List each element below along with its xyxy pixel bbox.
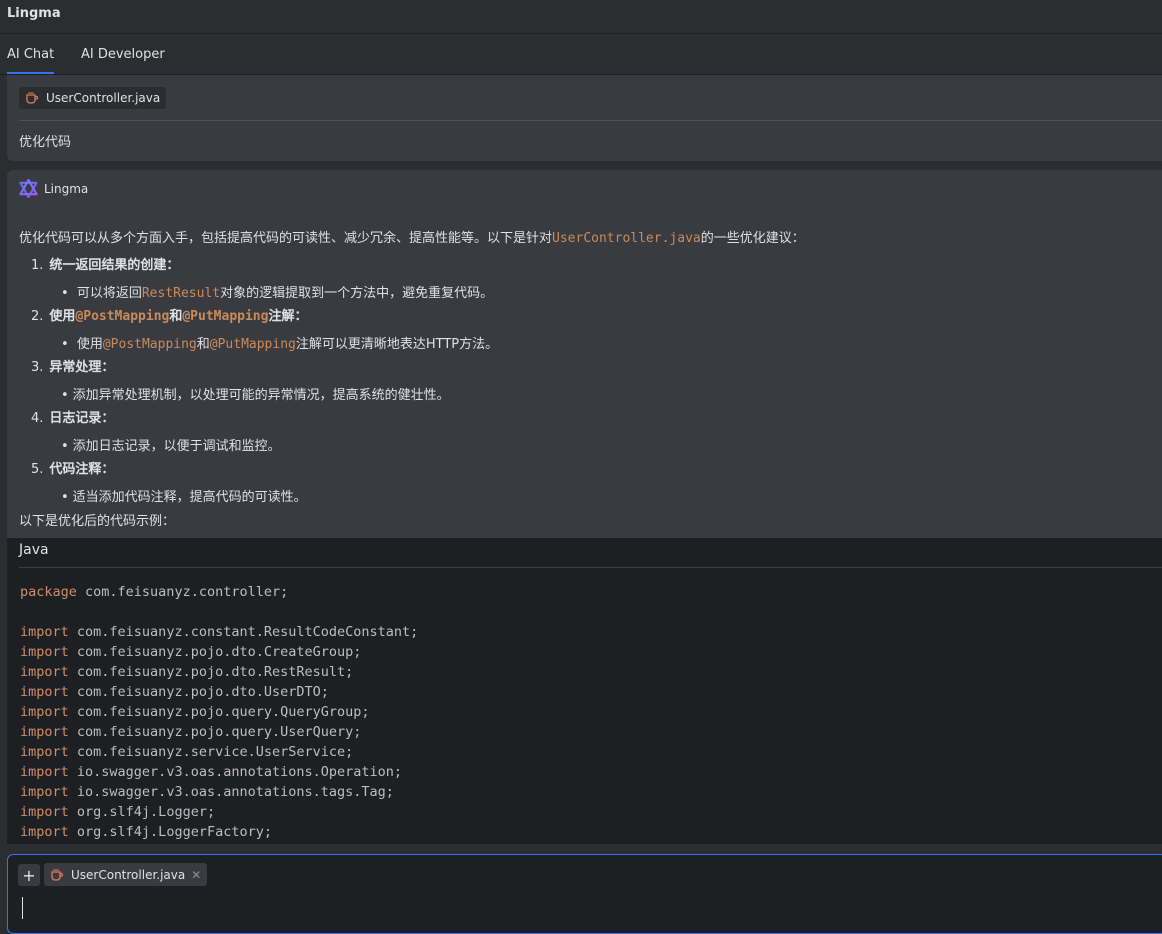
code-line: import com.feisuanyz.pojo.query.QueryGro… xyxy=(20,704,370,720)
tab-bar: AI Chat AI Developer xyxy=(0,34,1162,97)
code-keyword: import xyxy=(20,804,69,820)
list-number: 4. xyxy=(31,411,44,426)
detail-text: 可以将返回 xyxy=(76,286,142,301)
code-text: io.swagger.v3.oas.annotations.tags.Tag; xyxy=(68,784,394,800)
intro-text-suffix: 的一些优化建议： xyxy=(700,231,805,246)
detail-text: 对象的逻辑提取到一个方法中，避免重复代码。 xyxy=(220,286,494,301)
list-item-title: 注解： xyxy=(268,309,308,324)
user-message-card: UserController.java 优化代码 xyxy=(7,75,1162,161)
code-text: com.feisuanyz.service.UserService; xyxy=(68,744,354,760)
code-text: com.feisuanyz.pojo.dto.CreateGroup; xyxy=(68,644,362,660)
list-number: 1. xyxy=(31,258,44,273)
text-cursor xyxy=(22,897,23,919)
code-line: import org.slf4j.Logger; xyxy=(20,804,215,820)
code-line: import com.feisuanyz.pojo.query.UserQuer… xyxy=(20,724,361,740)
code-text: com.feisuanyz.controller; xyxy=(76,584,289,600)
file-chip-label: UserController.java xyxy=(71,867,186,882)
code-keyword: import xyxy=(20,744,69,760)
add-context-button[interactable]: + xyxy=(18,864,40,886)
list-number: 5. xyxy=(31,462,44,477)
intro-text-prefix: 优化代码可以从多个方面入手，包括提高代码的可读性、减少冗余、提高性能等。以下是针… xyxy=(19,231,553,246)
inline-code: @PutMapping xyxy=(209,337,296,352)
code-line: import io.swagger.v3.oas.annotations.tag… xyxy=(20,784,394,800)
code-text: org.slf4j.LoggerFactory; xyxy=(68,824,272,840)
list-item: 1. 统一返回结果的创建： xyxy=(31,254,179,273)
code-line: import com.feisuanyz.constant.ResultCode… xyxy=(20,624,418,640)
code-line: import io.swagger.v3.oas.annotations.Ope… xyxy=(20,764,402,780)
code-line: package com.feisuanyz.controller; xyxy=(20,584,288,600)
tab-ai-developer[interactable]: AI Developer xyxy=(81,47,165,62)
code-line: import com.feisuanyz.pojo.dto.UserDTO; xyxy=(20,684,329,700)
user-message-text: 优化代码 xyxy=(19,135,72,150)
java-file-icon xyxy=(51,868,64,881)
code-line: import com.feisuanyz.pojo.dto.RestResult… xyxy=(20,664,353,680)
code-text: com.feisuanyz.pojo.query.QueryGroup; xyxy=(68,704,370,720)
list-item-detail: 添加异常处理机制，以处理可能的异常情况，提高系统的健壮性。 xyxy=(61,384,450,403)
list-item-title: 统一返回结果的创建： xyxy=(49,258,180,273)
code-text: com.feisuanyz.pojo.dto.UserDTO; xyxy=(68,684,329,700)
code-keyword: import xyxy=(20,624,69,640)
chat-input-box[interactable]: + UserController.java ✕ xyxy=(7,854,1162,934)
code-keyword: import xyxy=(20,824,69,840)
code-keyword: import xyxy=(20,664,69,680)
close-icon[interactable]: ✕ xyxy=(191,868,201,882)
code-keyword: import xyxy=(20,724,69,740)
divider xyxy=(19,567,1162,568)
assistant-header: Lingma xyxy=(19,179,88,198)
code-keyword: import xyxy=(20,644,69,660)
detail-text: 注解可以更清晰地表达HTTP方法。 xyxy=(295,337,499,352)
assistant-message-card: Lingma 优化代码可以从多个方面入手，包括提高代码的可读性、减少冗余、提高性… xyxy=(7,170,1162,538)
list-item-title: 和 xyxy=(169,309,183,324)
inline-code: @PostMapping xyxy=(75,309,170,324)
code-language-label: Java xyxy=(19,542,49,558)
code-block[interactable]: Java package com.feisuanyz.controller; i… xyxy=(7,538,1162,844)
inline-code: @PutMapping xyxy=(182,309,269,324)
list-item-detail: 适当添加代码注释，提高代码的可读性。 xyxy=(61,486,307,505)
code-keyword: import xyxy=(20,784,69,800)
assistant-name: Lingma xyxy=(44,181,89,196)
tab-ai-chat[interactable]: AI Chat xyxy=(7,47,55,74)
list-item-title: 异常处理： xyxy=(49,360,115,375)
assistant-outro: 以下是优化后的代码示例： xyxy=(19,514,176,529)
list-item-title: 日志记录： xyxy=(49,411,115,426)
list-item: 3. 异常处理： xyxy=(31,356,114,375)
code-text: com.feisuanyz.pojo.query.UserQuery; xyxy=(68,724,362,740)
list-number: 3. xyxy=(31,360,44,375)
file-reference-chip[interactable]: UserController.java xyxy=(19,87,167,109)
code-text: com.feisuanyz.constant.ResultCodeConstan… xyxy=(68,624,419,640)
inline-code: @PostMapping xyxy=(102,337,197,352)
code-keyword: package xyxy=(20,584,77,600)
code-line: import com.feisuanyz.service.UserService… xyxy=(20,744,353,760)
list-item-title: 使用 xyxy=(49,309,76,324)
inline-code: RestResult xyxy=(141,286,221,301)
file-chip-label: UserController.java xyxy=(46,91,161,105)
title-bar: Lingma xyxy=(0,0,1162,34)
code-content[interactable]: package com.feisuanyz.controller; import… xyxy=(20,582,418,842)
list-number: 2. xyxy=(31,309,44,324)
list-item-title: 代码注释： xyxy=(49,462,115,477)
intro-inline-code: UserController.java xyxy=(552,231,701,246)
java-file-icon xyxy=(26,92,39,104)
list-item: 5. 代码注释： xyxy=(31,458,114,477)
code-line: import com.feisuanyz.pojo.dto.CreateGrou… xyxy=(20,644,361,660)
app-title: Lingma xyxy=(7,6,61,21)
assistant-intro: 优化代码可以从多个方面入手，包括提高代码的可读性、减少冗余、提高性能等。以下是针… xyxy=(19,227,805,246)
detail-text: 和 xyxy=(196,337,210,352)
lingma-logo-icon xyxy=(19,179,38,198)
divider xyxy=(19,120,1162,121)
list-item: 4. 日志记录： xyxy=(31,407,114,426)
detail-text: 使用 xyxy=(76,337,103,352)
context-file-chip[interactable]: UserController.java ✕ xyxy=(44,863,208,886)
code-keyword: import xyxy=(20,704,69,720)
list-item: 2. 使用@PostMapping和@PutMapping注解： xyxy=(31,305,307,324)
code-keyword: import xyxy=(20,764,69,780)
code-keyword: import xyxy=(20,684,69,700)
code-text: io.swagger.v3.oas.annotations.Operation; xyxy=(68,764,403,780)
code-text: com.feisuanyz.pojo.dto.RestResult; xyxy=(68,664,354,680)
code-line: import org.slf4j.LoggerFactory; xyxy=(20,824,272,840)
list-item-detail: 可以将返回RestResult对象的逻辑提取到一个方法中，避免重复代码。 xyxy=(61,282,493,301)
list-item-detail: 添加日志记录，以便于调试和监控。 xyxy=(61,435,281,454)
list-item-detail: 使用@PostMapping和@PutMapping注解可以更清晰地表达HTTP… xyxy=(61,333,498,352)
code-text: org.slf4j.Logger; xyxy=(68,804,216,820)
